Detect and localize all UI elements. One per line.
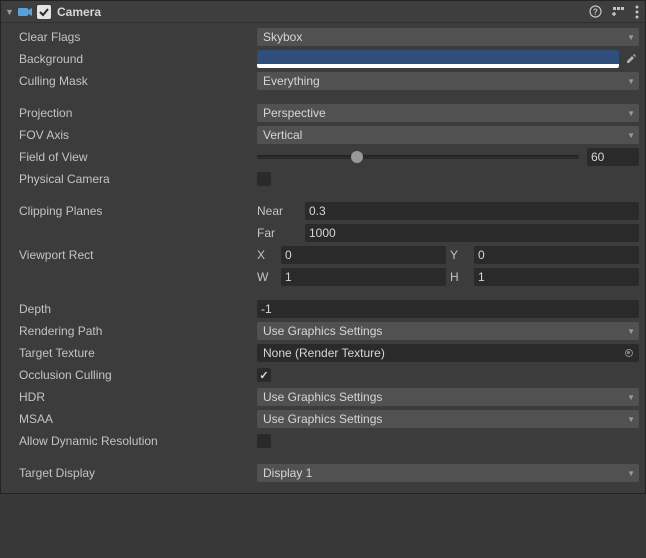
clear-flags-dropdown[interactable]: Skybox ▼ [257, 28, 639, 46]
viewport-rect-label: Viewport Rect [19, 248, 257, 262]
hdr-dropdown[interactable]: Use Graphics Settings ▼ [257, 388, 639, 406]
target-display-label: Target Display [19, 466, 257, 480]
chevron-down-icon: ▼ [627, 393, 635, 402]
background-label: Background [19, 52, 257, 66]
depth-label: Depth [19, 302, 257, 316]
help-icon[interactable]: ? [589, 5, 602, 18]
foldout-icon[interactable]: ▼ [5, 7, 15, 17]
camera-icon [17, 4, 33, 20]
depth-input[interactable] [257, 300, 639, 318]
fov-axis-dropdown[interactable]: Vertical ▼ [257, 126, 639, 144]
clipping-planes-label: Clipping Planes [19, 204, 257, 218]
menu-icon[interactable] [635, 5, 639, 19]
projection-label: Projection [19, 106, 257, 120]
clear-flags-label: Clear Flags [19, 30, 257, 44]
camera-component: ▼ Camera ? Clear Flags Skybox ▼ Backgrou… [0, 0, 646, 494]
alpha-bar [257, 64, 619, 68]
clipping-far-input[interactable] [305, 224, 639, 242]
culling-mask-dropdown[interactable]: Everything ▼ [257, 72, 639, 90]
object-picker-icon[interactable] [621, 346, 637, 360]
rendering-path-label: Rendering Path [19, 324, 257, 338]
physical-camera-label: Physical Camera [19, 172, 257, 186]
projection-dropdown[interactable]: Perspective ▼ [257, 104, 639, 122]
target-display-dropdown[interactable]: Display 1 ▼ [257, 464, 639, 482]
physical-camera-checkbox[interactable] [257, 172, 271, 186]
component-enable-checkbox[interactable] [37, 5, 51, 19]
y-label: Y [450, 248, 470, 262]
target-texture-field[interactable]: None (Render Texture) [257, 344, 639, 362]
chevron-down-icon: ▼ [627, 469, 635, 478]
viewport-h-input[interactable] [474, 268, 639, 286]
msaa-dropdown[interactable]: Use Graphics Settings ▼ [257, 410, 639, 428]
msaa-label: MSAA [19, 412, 257, 426]
occlusion-culling-checkbox[interactable] [257, 368, 271, 382]
viewport-w-input[interactable] [281, 268, 446, 286]
component-body: Clear Flags Skybox ▼ Background [1, 23, 645, 493]
chevron-down-icon: ▼ [627, 415, 635, 424]
allow-dynamic-resolution-label: Allow Dynamic Resolution [19, 434, 257, 448]
component-header[interactable]: ▼ Camera ? [1, 1, 645, 23]
clipping-near-input[interactable] [305, 202, 639, 220]
background-color-field[interactable] [257, 50, 619, 68]
far-label: Far [257, 226, 301, 240]
allow-dynamic-resolution-checkbox[interactable] [257, 434, 271, 448]
viewport-x-input[interactable] [281, 246, 446, 264]
svg-text:?: ? [593, 8, 598, 17]
near-label: Near [257, 204, 301, 218]
fov-slider[interactable] [257, 155, 579, 159]
chevron-down-icon: ▼ [627, 33, 635, 42]
h-label: H [450, 270, 470, 284]
fov-axis-label: FOV Axis [19, 128, 257, 142]
viewport-y-input[interactable] [474, 246, 639, 264]
fov-input[interactable] [587, 148, 639, 166]
color-swatch [257, 50, 619, 64]
slider-thumb[interactable] [351, 151, 363, 163]
eyedropper-icon[interactable] [623, 53, 639, 65]
chevron-down-icon: ▼ [627, 327, 635, 336]
culling-mask-label: Culling Mask [19, 74, 257, 88]
field-of-view-label: Field of View [19, 150, 257, 164]
occlusion-culling-label: Occlusion Culling [19, 368, 257, 382]
chevron-down-icon: ▼ [627, 77, 635, 86]
x-label: X [257, 248, 277, 262]
preset-icon[interactable] [612, 5, 625, 18]
chevron-down-icon: ▼ [627, 109, 635, 118]
w-label: W [257, 270, 277, 284]
chevron-down-icon: ▼ [627, 131, 635, 140]
target-texture-label: Target Texture [19, 346, 257, 360]
rendering-path-dropdown[interactable]: Use Graphics Settings ▼ [257, 322, 639, 340]
hdr-label: HDR [19, 390, 257, 404]
component-title: Camera [57, 5, 589, 19]
